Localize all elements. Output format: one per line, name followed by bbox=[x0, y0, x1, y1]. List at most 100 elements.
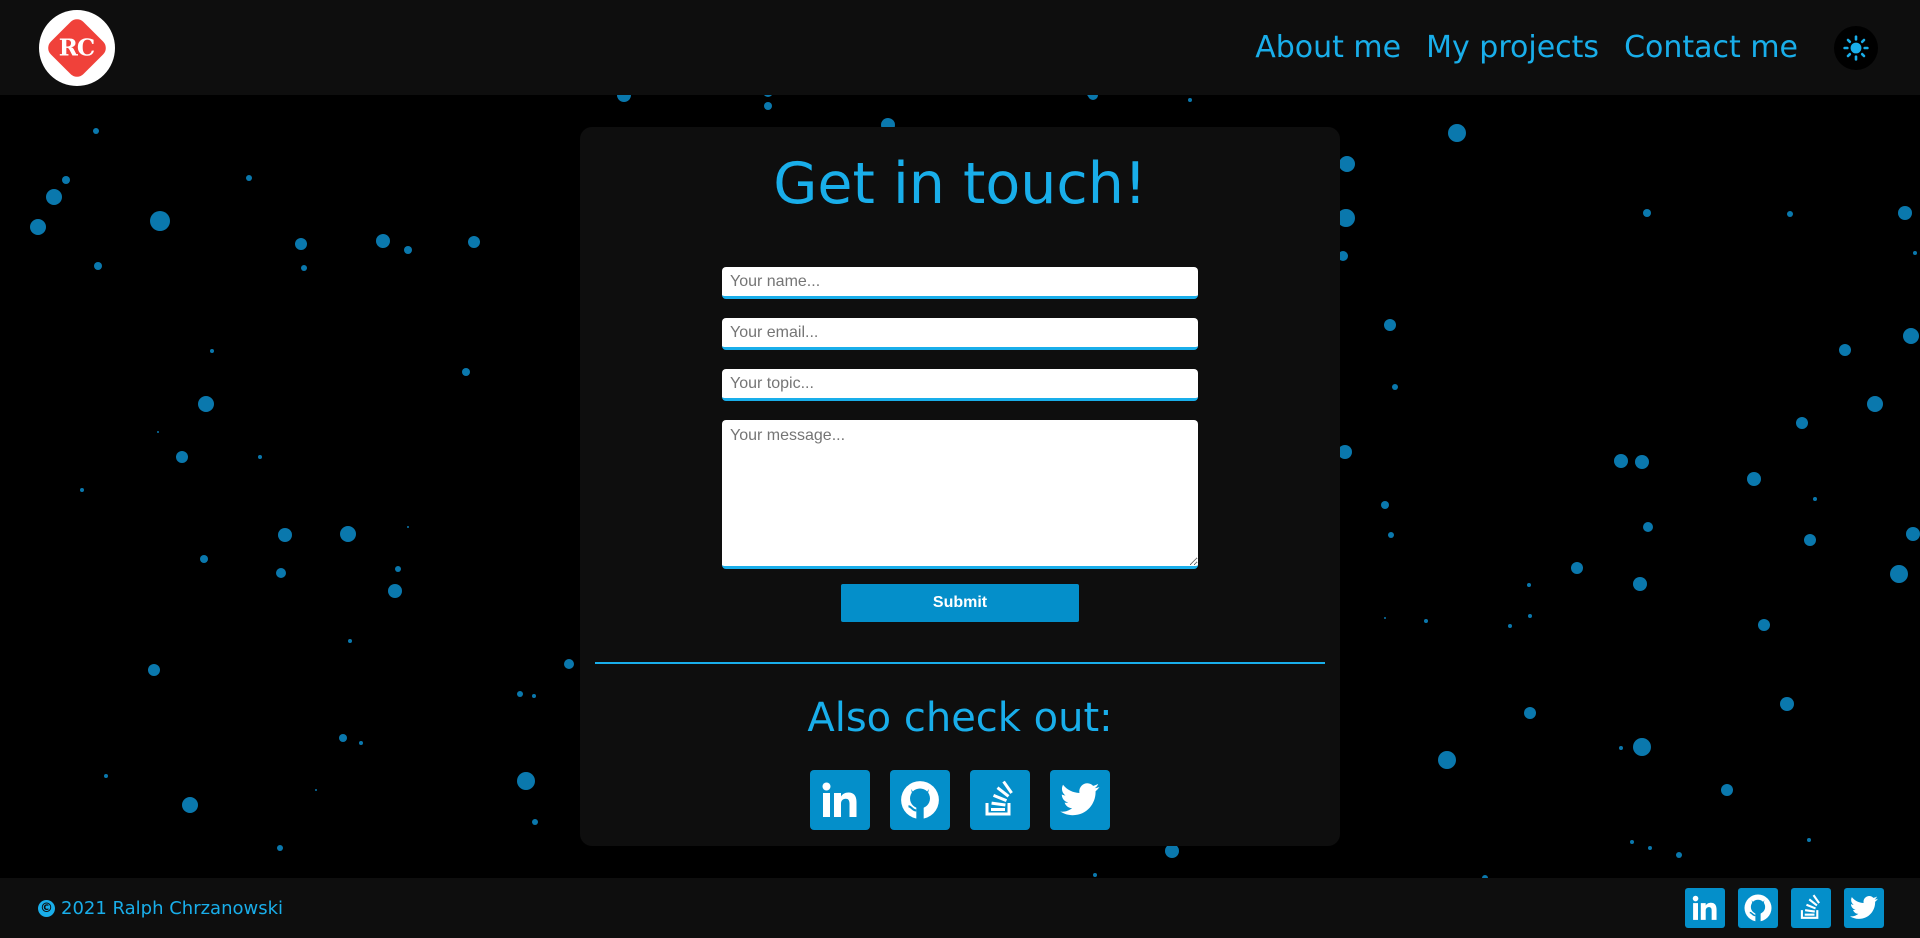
particle-dot bbox=[359, 741, 363, 745]
particle-dot bbox=[376, 234, 390, 248]
particle-dot bbox=[1643, 522, 1653, 532]
particle-dot bbox=[1676, 852, 1682, 858]
particle-dot bbox=[1906, 527, 1920, 541]
theme-toggle-button[interactable] bbox=[1834, 26, 1878, 70]
particle-dot bbox=[295, 238, 307, 250]
particle-dot bbox=[404, 246, 412, 254]
particle-dot bbox=[1528, 614, 1532, 618]
section-divider bbox=[595, 662, 1325, 664]
twitter-link[interactable] bbox=[1050, 770, 1110, 830]
twitter-icon bbox=[1060, 783, 1100, 816]
particle-dot bbox=[276, 568, 286, 578]
particle-dot bbox=[1448, 124, 1466, 142]
submit-button[interactable]: Submit bbox=[841, 584, 1079, 622]
particle-dot bbox=[198, 396, 214, 412]
particle-dot bbox=[30, 219, 46, 235]
particle-dot bbox=[93, 128, 99, 134]
linkedin-icon bbox=[1692, 895, 1717, 920]
particle-dot bbox=[1392, 384, 1398, 390]
nav-about-me[interactable]: About me bbox=[1255, 24, 1401, 72]
particle-dot bbox=[1747, 472, 1761, 486]
particle-dot bbox=[1527, 583, 1531, 587]
twitter-icon bbox=[1849, 896, 1878, 919]
logo-text: RC bbox=[59, 34, 95, 62]
particle-dot bbox=[532, 819, 538, 825]
github-icon bbox=[901, 781, 939, 820]
particle-dot bbox=[468, 236, 480, 248]
particle-dot bbox=[176, 451, 188, 463]
particle-dot bbox=[395, 566, 401, 572]
particle-dot bbox=[1093, 873, 1097, 877]
footer-github-link[interactable] bbox=[1738, 888, 1778, 928]
footer-twitter-link[interactable] bbox=[1844, 888, 1884, 928]
particle-dot bbox=[246, 175, 252, 181]
particle-dot bbox=[1381, 501, 1389, 509]
copyright-icon: © bbox=[38, 900, 55, 917]
linkedin-icon bbox=[822, 782, 857, 817]
particle-dot bbox=[94, 262, 102, 270]
particle-dot bbox=[1614, 454, 1628, 468]
footer-social-links bbox=[1685, 888, 1884, 928]
particle-dot bbox=[1508, 624, 1512, 628]
particle-dot bbox=[1384, 319, 1396, 331]
particle-dot bbox=[1780, 697, 1794, 711]
footer-linkedin-link[interactable] bbox=[1685, 888, 1725, 928]
particle-dot bbox=[388, 584, 402, 598]
particle-dot bbox=[564, 659, 574, 669]
sun-icon bbox=[1843, 35, 1869, 61]
particle-dot bbox=[157, 431, 159, 433]
message-textarea[interactable] bbox=[722, 420, 1198, 569]
copyright-text: 2021 Ralph Chrzanowski bbox=[61, 898, 284, 919]
particle-dot bbox=[1424, 619, 1428, 623]
particle-dot bbox=[80, 488, 84, 492]
stackoverflow-icon bbox=[985, 780, 1013, 816]
stackoverflow-link[interactable] bbox=[970, 770, 1030, 830]
name-input[interactable] bbox=[722, 267, 1198, 299]
nav-my-projects[interactable]: My projects bbox=[1426, 24, 1599, 72]
particle-dot bbox=[1787, 211, 1793, 217]
particle-dot bbox=[1648, 846, 1652, 850]
particle-dot bbox=[1903, 328, 1919, 344]
particle-dot bbox=[1384, 617, 1386, 619]
particle-dot bbox=[1633, 738, 1651, 756]
particle-dot bbox=[301, 265, 307, 271]
also-check-out-title: Also check out: bbox=[807, 695, 1113, 741]
particle-dot bbox=[1898, 206, 1912, 220]
particle-dot bbox=[1633, 577, 1647, 591]
particle-dot bbox=[210, 349, 214, 353]
particle-dot bbox=[258, 455, 262, 459]
github-link[interactable] bbox=[890, 770, 950, 830]
particle-dot bbox=[315, 789, 317, 791]
particle-dot bbox=[532, 694, 536, 698]
particle-dot bbox=[1188, 98, 1192, 102]
main-nav: About me My projects Contact me bbox=[1255, 24, 1798, 72]
particle-dot bbox=[1339, 156, 1355, 172]
particle-dot bbox=[150, 211, 170, 231]
particle-dot bbox=[517, 691, 523, 697]
particle-dot bbox=[1758, 619, 1770, 631]
social-links bbox=[810, 770, 1110, 830]
particle-dot bbox=[1643, 209, 1651, 217]
email-input[interactable] bbox=[722, 318, 1198, 350]
contact-card: Get in touch! Submit Also check out: bbox=[580, 127, 1340, 846]
footer-stackoverflow-link[interactable] bbox=[1791, 888, 1831, 928]
particle-dot bbox=[1438, 751, 1456, 769]
linkedin-link[interactable] bbox=[810, 770, 870, 830]
particle-dot bbox=[348, 639, 352, 643]
particle-dot bbox=[1804, 534, 1816, 546]
particle-dot bbox=[1338, 445, 1352, 459]
particle-dot bbox=[462, 368, 470, 376]
topic-input[interactable] bbox=[722, 369, 1198, 401]
site-footer: © 2021 Ralph Chrzanowski bbox=[0, 878, 1920, 938]
site-header: RC About me My projects Contact me bbox=[0, 0, 1920, 95]
particle-dot bbox=[407, 526, 409, 528]
site-logo[interactable]: RC bbox=[39, 10, 115, 86]
particle-dot bbox=[148, 664, 160, 676]
particle-dot bbox=[764, 102, 772, 110]
particle-dot bbox=[1630, 840, 1634, 844]
contact-title: Get in touch! bbox=[773, 151, 1147, 217]
nav-contact-me[interactable]: Contact me bbox=[1624, 24, 1798, 72]
particle-dot bbox=[339, 734, 347, 742]
particle-dot bbox=[104, 774, 108, 778]
logo-diamond: RC bbox=[44, 15, 110, 81]
